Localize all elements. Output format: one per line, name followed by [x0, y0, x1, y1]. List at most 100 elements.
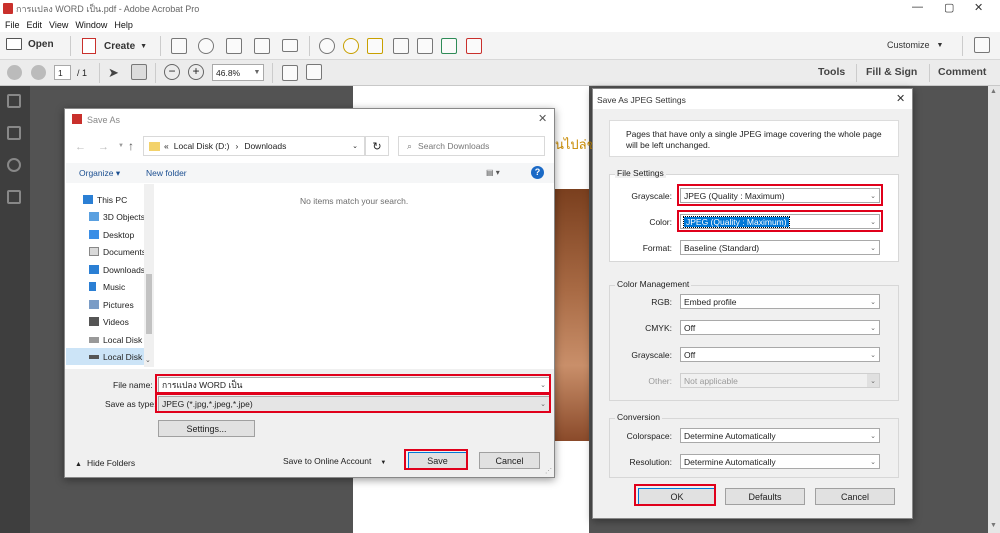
menu-view[interactable]: View: [49, 20, 68, 30]
close-icon[interactable]: ✕: [896, 92, 905, 105]
document-icon[interactable]: [393, 38, 409, 54]
cm-grayscale-select[interactable]: Off ⌄: [680, 347, 880, 362]
close-icon[interactable]: ✕: [538, 112, 547, 125]
folder-tree-scrollbar[interactable]: ⌄: [144, 184, 154, 367]
chevron-down-icon[interactable]: ⌄: [352, 142, 358, 150]
address-bar[interactable]: « Local Disk (D:) › Downloads ⌄: [143, 136, 365, 156]
organize-label: Organize: [79, 168, 114, 178]
resize-grip-icon[interactable]: ⋰: [545, 467, 552, 475]
settings-button[interactable]: Settings...: [158, 420, 255, 437]
pictures-icon: [89, 300, 99, 309]
zoom-in-icon[interactable]: +: [188, 64, 204, 80]
tools-link[interactable]: Tools: [818, 66, 845, 78]
defaults-button[interactable]: Defaults: [725, 488, 805, 505]
comment-link[interactable]: Comment: [938, 66, 986, 78]
customize-dropdown[interactable]: Customize ▼: [887, 40, 943, 50]
scroll-thumb[interactable]: [146, 274, 152, 334]
open-button[interactable]: Open: [6, 38, 54, 50]
zoom-out-icon[interactable]: −: [164, 64, 180, 80]
view-options-icon[interactable]: ▤ ▾: [486, 168, 500, 177]
next-page-icon[interactable]: [31, 65, 46, 80]
chevron-down-icon[interactable]: ▼: [118, 143, 124, 149]
folder-icon: [6, 38, 22, 50]
bookmark-icon[interactable]: [7, 126, 21, 140]
online-account-dropdown[interactable]: Save to Online Account ▼: [283, 456, 386, 466]
format-select[interactable]: Baseline (Standard) ⌄: [680, 240, 880, 255]
zoom-select[interactable]: 46.8% ▼: [212, 64, 264, 81]
document-pdf-icon[interactable]: [466, 38, 482, 54]
resolution-select[interactable]: Determine Automatically ⌄: [680, 454, 880, 469]
fit-page-icon[interactable]: [306, 64, 322, 80]
nav-item-this-pc[interactable]: This PC: [66, 191, 127, 208]
acrobat-logo-icon: [72, 114, 82, 124]
menu-file[interactable]: File: [5, 20, 20, 30]
jpeg-cancel-button[interactable]: Cancel: [815, 488, 895, 505]
refresh-button[interactable]: ↻: [365, 136, 389, 156]
menu-window[interactable]: Window: [75, 20, 107, 30]
cancel-button[interactable]: Cancel: [479, 452, 540, 469]
new-folder-button[interactable]: New folder: [146, 168, 187, 178]
menu-help[interactable]: Help: [114, 20, 133, 30]
previous-page-icon[interactable]: [7, 65, 22, 80]
save-icon[interactable]: [171, 38, 187, 54]
scroll-up-icon[interactable]: ▲: [990, 88, 997, 95]
nav-item-downloads[interactable]: Downloads: [66, 261, 145, 278]
breadcrumb-folder[interactable]: Downloads: [244, 141, 286, 151]
forward-icon[interactable]: →: [98, 141, 109, 153]
nav-item-videos[interactable]: Videos: [66, 313, 129, 330]
page-thumbnails-icon[interactable]: [7, 94, 21, 108]
page-total: / 1: [77, 68, 88, 78]
up-folder-icon[interactable]: ↑: [128, 139, 134, 153]
minimize-icon[interactable]: —: [912, 1, 923, 13]
nav-item-3d-objects[interactable]: 3D Objects: [66, 208, 145, 225]
cm-grayscale-value: Off: [684, 349, 696, 360]
scroll-mode-icon[interactable]: [282, 65, 298, 81]
nav-item-music[interactable]: Music: [66, 278, 125, 295]
document-search-icon[interactable]: [417, 38, 433, 54]
note-text: Pages that have only a single JPEG image…: [626, 129, 882, 150]
select-cursor-icon[interactable]: ➤: [108, 65, 119, 81]
nav-label: Downloads: [103, 264, 146, 275]
breadcrumb-back[interactable]: «: [164, 141, 169, 151]
organize-menu[interactable]: Organize ▾: [79, 168, 120, 179]
attachment-icon[interactable]: [7, 158, 21, 172]
nav-item-documents[interactable]: Documents: [66, 243, 146, 260]
hand-icon[interactable]: [131, 64, 147, 80]
cmyk-value: Off: [684, 322, 696, 333]
create-button[interactable]: Create ▼: [82, 38, 147, 54]
back-icon[interactable]: ←: [75, 141, 86, 153]
menu-edit[interactable]: Edit: [27, 20, 43, 30]
vertical-scrollbar[interactable]: ▲ ▼: [988, 86, 1000, 533]
zoom-value: 46.8%: [216, 67, 241, 78]
rgb-select[interactable]: Embed profile ⌄: [680, 294, 880, 309]
scroll-down-icon[interactable]: ▼: [990, 522, 997, 529]
fill-sign-link[interactable]: Fill & Sign: [866, 66, 917, 78]
comment-icon[interactable]: [343, 38, 359, 54]
page-number-input[interactable]: 1: [54, 65, 71, 80]
edit-icon[interactable]: [254, 38, 270, 54]
computer-icon: [83, 195, 93, 204]
breadcrumb-drive[interactable]: Local Disk (D:): [174, 141, 230, 151]
colorspace-select[interactable]: Determine Automatically ⌄: [680, 428, 880, 443]
nav-item-pictures[interactable]: Pictures: [66, 296, 134, 313]
cmyk-select[interactable]: Off ⌄: [680, 320, 880, 335]
document-export-icon[interactable]: [441, 38, 457, 54]
mail-icon[interactable]: [282, 39, 298, 52]
close-icon[interactable]: ✕: [974, 1, 983, 14]
hide-folders-toggle[interactable]: ▲ Hide Folders: [75, 458, 135, 468]
menu-bar: File Edit View Window Help: [0, 17, 1000, 32]
search-box[interactable]: ⌕ Search Downloads: [398, 136, 545, 156]
nav-item-local-disk-d[interactable]: Local Disk: [66, 348, 153, 365]
highlight-icon[interactable]: [367, 38, 383, 54]
nav-item-local-disk-c[interactable]: Local Disk: [66, 331, 142, 348]
nav-item-desktop[interactable]: Desktop: [66, 226, 134, 243]
signature-icon[interactable]: [7, 190, 21, 204]
chevron-down-icon: ⌄: [870, 324, 876, 332]
help-icon[interactable]: ?: [531, 166, 544, 179]
expand-icon[interactable]: [974, 37, 990, 53]
maximize-icon[interactable]: ▢: [944, 1, 954, 14]
gear-icon[interactable]: [319, 38, 335, 54]
chevron-down-icon[interactable]: ⌄: [145, 356, 151, 364]
cloud-upload-icon[interactable]: [198, 38, 214, 54]
print-icon[interactable]: [226, 38, 242, 54]
